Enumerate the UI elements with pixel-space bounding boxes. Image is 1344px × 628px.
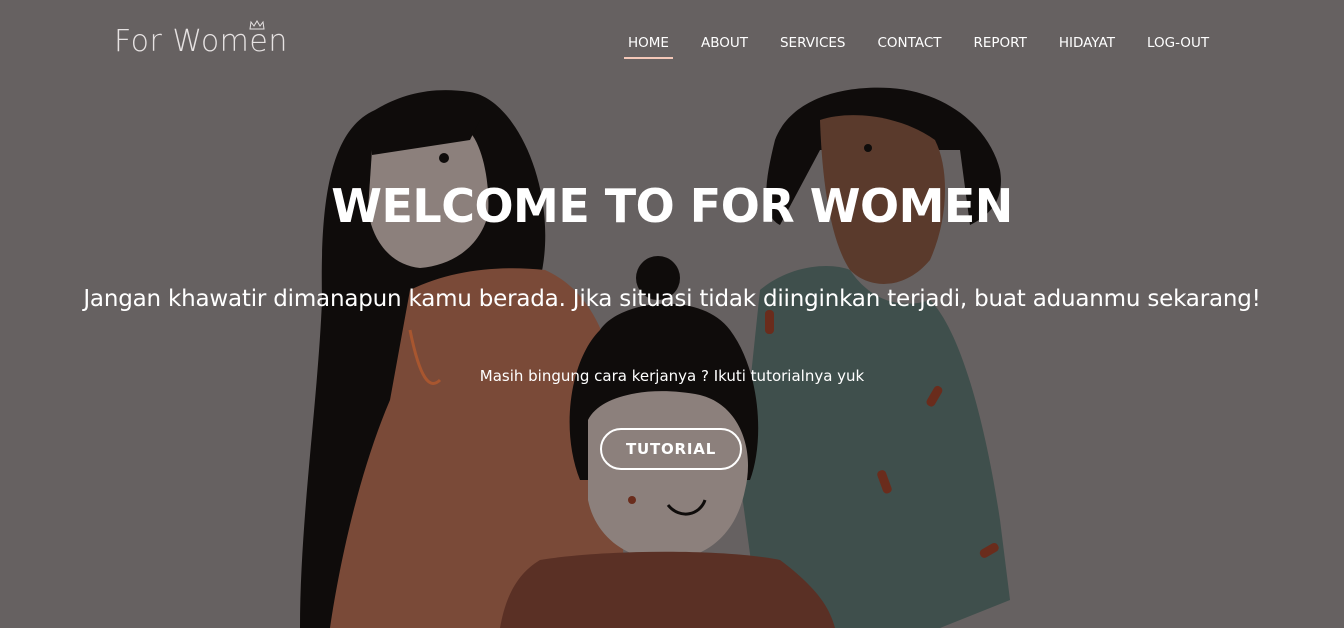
nav-home[interactable]: HOME bbox=[612, 34, 685, 59]
nav-logout[interactable]: LOG-OUT bbox=[1131, 34, 1225, 58]
hero-subtitle: Jangan khawatir dimanapun kamu berada. J… bbox=[83, 286, 1261, 312]
main-nav: HOME ABOUT SERVICES CONTACT REPORT HIDAY… bbox=[612, 34, 1225, 59]
nav-report[interactable]: REPORT bbox=[958, 34, 1043, 58]
hero-section: For Women HOME ABOUT SERVICES CONTACT RE… bbox=[0, 0, 1344, 628]
hero-title: WELCOME TO FOR WOMEN bbox=[331, 179, 1013, 233]
nav-services[interactable]: SERVICES bbox=[764, 34, 861, 58]
brand-logo[interactable]: For Women bbox=[114, 20, 288, 60]
crown-icon bbox=[249, 20, 265, 30]
tutorial-button[interactable]: TUTORIAL bbox=[600, 428, 742, 470]
nav-contact[interactable]: CONTACT bbox=[861, 34, 957, 58]
navbar: For Women HOME ABOUT SERVICES CONTACT RE… bbox=[0, 0, 1344, 86]
nav-about[interactable]: ABOUT bbox=[685, 34, 764, 58]
tutorial-hint: Masih bingung cara kerjanya ? Ikuti tuto… bbox=[479, 367, 865, 385]
nav-hidayat[interactable]: HIDAYAT bbox=[1043, 34, 1131, 58]
